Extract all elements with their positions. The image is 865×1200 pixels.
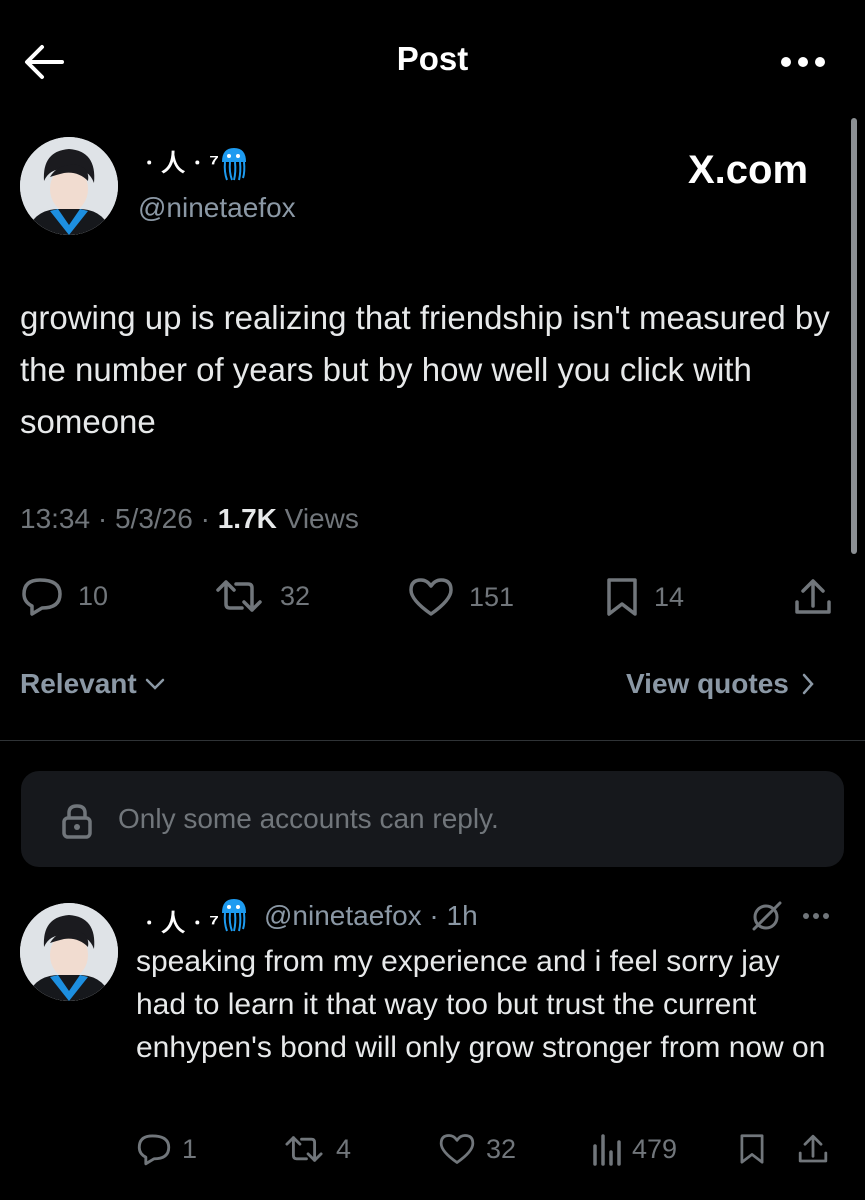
scrollbar[interactable] — [851, 118, 857, 554]
reply-more-button[interactable] — [802, 910, 830, 922]
jellyfish-emoji-icon — [219, 146, 249, 182]
reply-like-button[interactable]: 32 — [438, 1132, 516, 1166]
view-quotes-label: View quotes — [626, 668, 789, 699]
repost-arrows-icon — [216, 580, 262, 612]
bookmark-icon — [740, 1134, 764, 1164]
reply-avatar[interactable] — [20, 903, 118, 1001]
speech-bubble-icon — [137, 1134, 171, 1166]
sort-relevant-dropdown[interactable]: Relevant — [20, 668, 165, 700]
notice-text: Only some accounts can reply. — [118, 803, 499, 834]
views-label: Views — [284, 503, 359, 534]
post-text: growing up is realizing that friendship … — [20, 299, 830, 440]
reply-text: speaking from my experience and i feel s… — [136, 945, 826, 1064]
view-quotes-link[interactable]: View quotes — [626, 668, 815, 700]
more-horizontal-icon — [803, 913, 829, 919]
page-title: Post — [396, 40, 469, 77]
post-date[interactable]: 5/3/26 — [115, 503, 193, 534]
post-time: 13:34 — [20, 503, 91, 534]
speech-bubble-icon — [22, 578, 62, 616]
reply-views-button[interactable]: 479 — [592, 1132, 677, 1166]
repost-arrows-icon — [285, 1136, 323, 1162]
share-button[interactable] — [793, 576, 833, 618]
reply-reply-button[interactable]: 1 — [136, 1132, 197, 1166]
reply-like-count: 32 — [486, 1133, 517, 1164]
bookmark-button[interactable]: 14 — [604, 576, 684, 618]
watermark: X.com — [688, 148, 809, 192]
jellyfish-emoji-icon — [219, 897, 249, 933]
reply-author-name[interactable]: ㆍ人ㆍ⁷ — [138, 903, 220, 938]
bookmark-icon — [607, 578, 637, 616]
share-upload-icon — [798, 1134, 828, 1163]
reply-views-count: 479 — [632, 1133, 678, 1164]
like-count: 151 — [469, 581, 515, 612]
grok-button[interactable] — [748, 899, 784, 933]
divider — [0, 740, 865, 741]
reply-repost-count: 4 — [336, 1133, 352, 1164]
bar-chart-icon — [593, 1134, 621, 1166]
share-upload-icon — [795, 579, 831, 614]
views-count: 1.7K — [217, 503, 277, 534]
reply-reply-count: 1 — [182, 1133, 198, 1164]
more-horizontal-icon — [781, 57, 825, 67]
post-meta: 13:34 · 5/3/26 · 1.7K Views — [20, 503, 359, 534]
chevron-down-icon — [145, 678, 164, 690]
avatar[interactable] — [20, 137, 118, 235]
reply-button[interactable]: 10 — [20, 576, 108, 616]
author-handle[interactable]: @ninetaefox — [138, 192, 296, 224]
like-button[interactable]: 151 — [407, 576, 514, 618]
reply-time: 1h — [446, 900, 478, 931]
author-display-name[interactable]: ㆍ人ㆍ⁷ — [138, 143, 220, 178]
reply-handle-text: @ninetaefox — [264, 900, 422, 931]
heart-icon — [439, 1134, 475, 1164]
reply-author-handle[interactable]: @ninetaefox · 1h — [264, 900, 478, 932]
more-options-button[interactable] — [780, 52, 826, 72]
reply-share-button[interactable] — [797, 1132, 829, 1166]
lock-icon — [60, 803, 94, 839]
bookmark-count: 14 — [654, 581, 685, 612]
repost-button[interactable]: 32 — [212, 576, 310, 616]
reply-repost-button[interactable]: 4 — [282, 1132, 351, 1166]
reply-count: 10 — [78, 580, 109, 611]
repost-count: 32 — [280, 580, 311, 611]
chevron-right-icon — [802, 673, 814, 695]
heart-icon — [409, 578, 453, 616]
sort-label: Relevant — [20, 668, 137, 699]
slashed-circle-icon — [752, 901, 782, 931]
reply-bookmark-button[interactable] — [738, 1132, 766, 1166]
